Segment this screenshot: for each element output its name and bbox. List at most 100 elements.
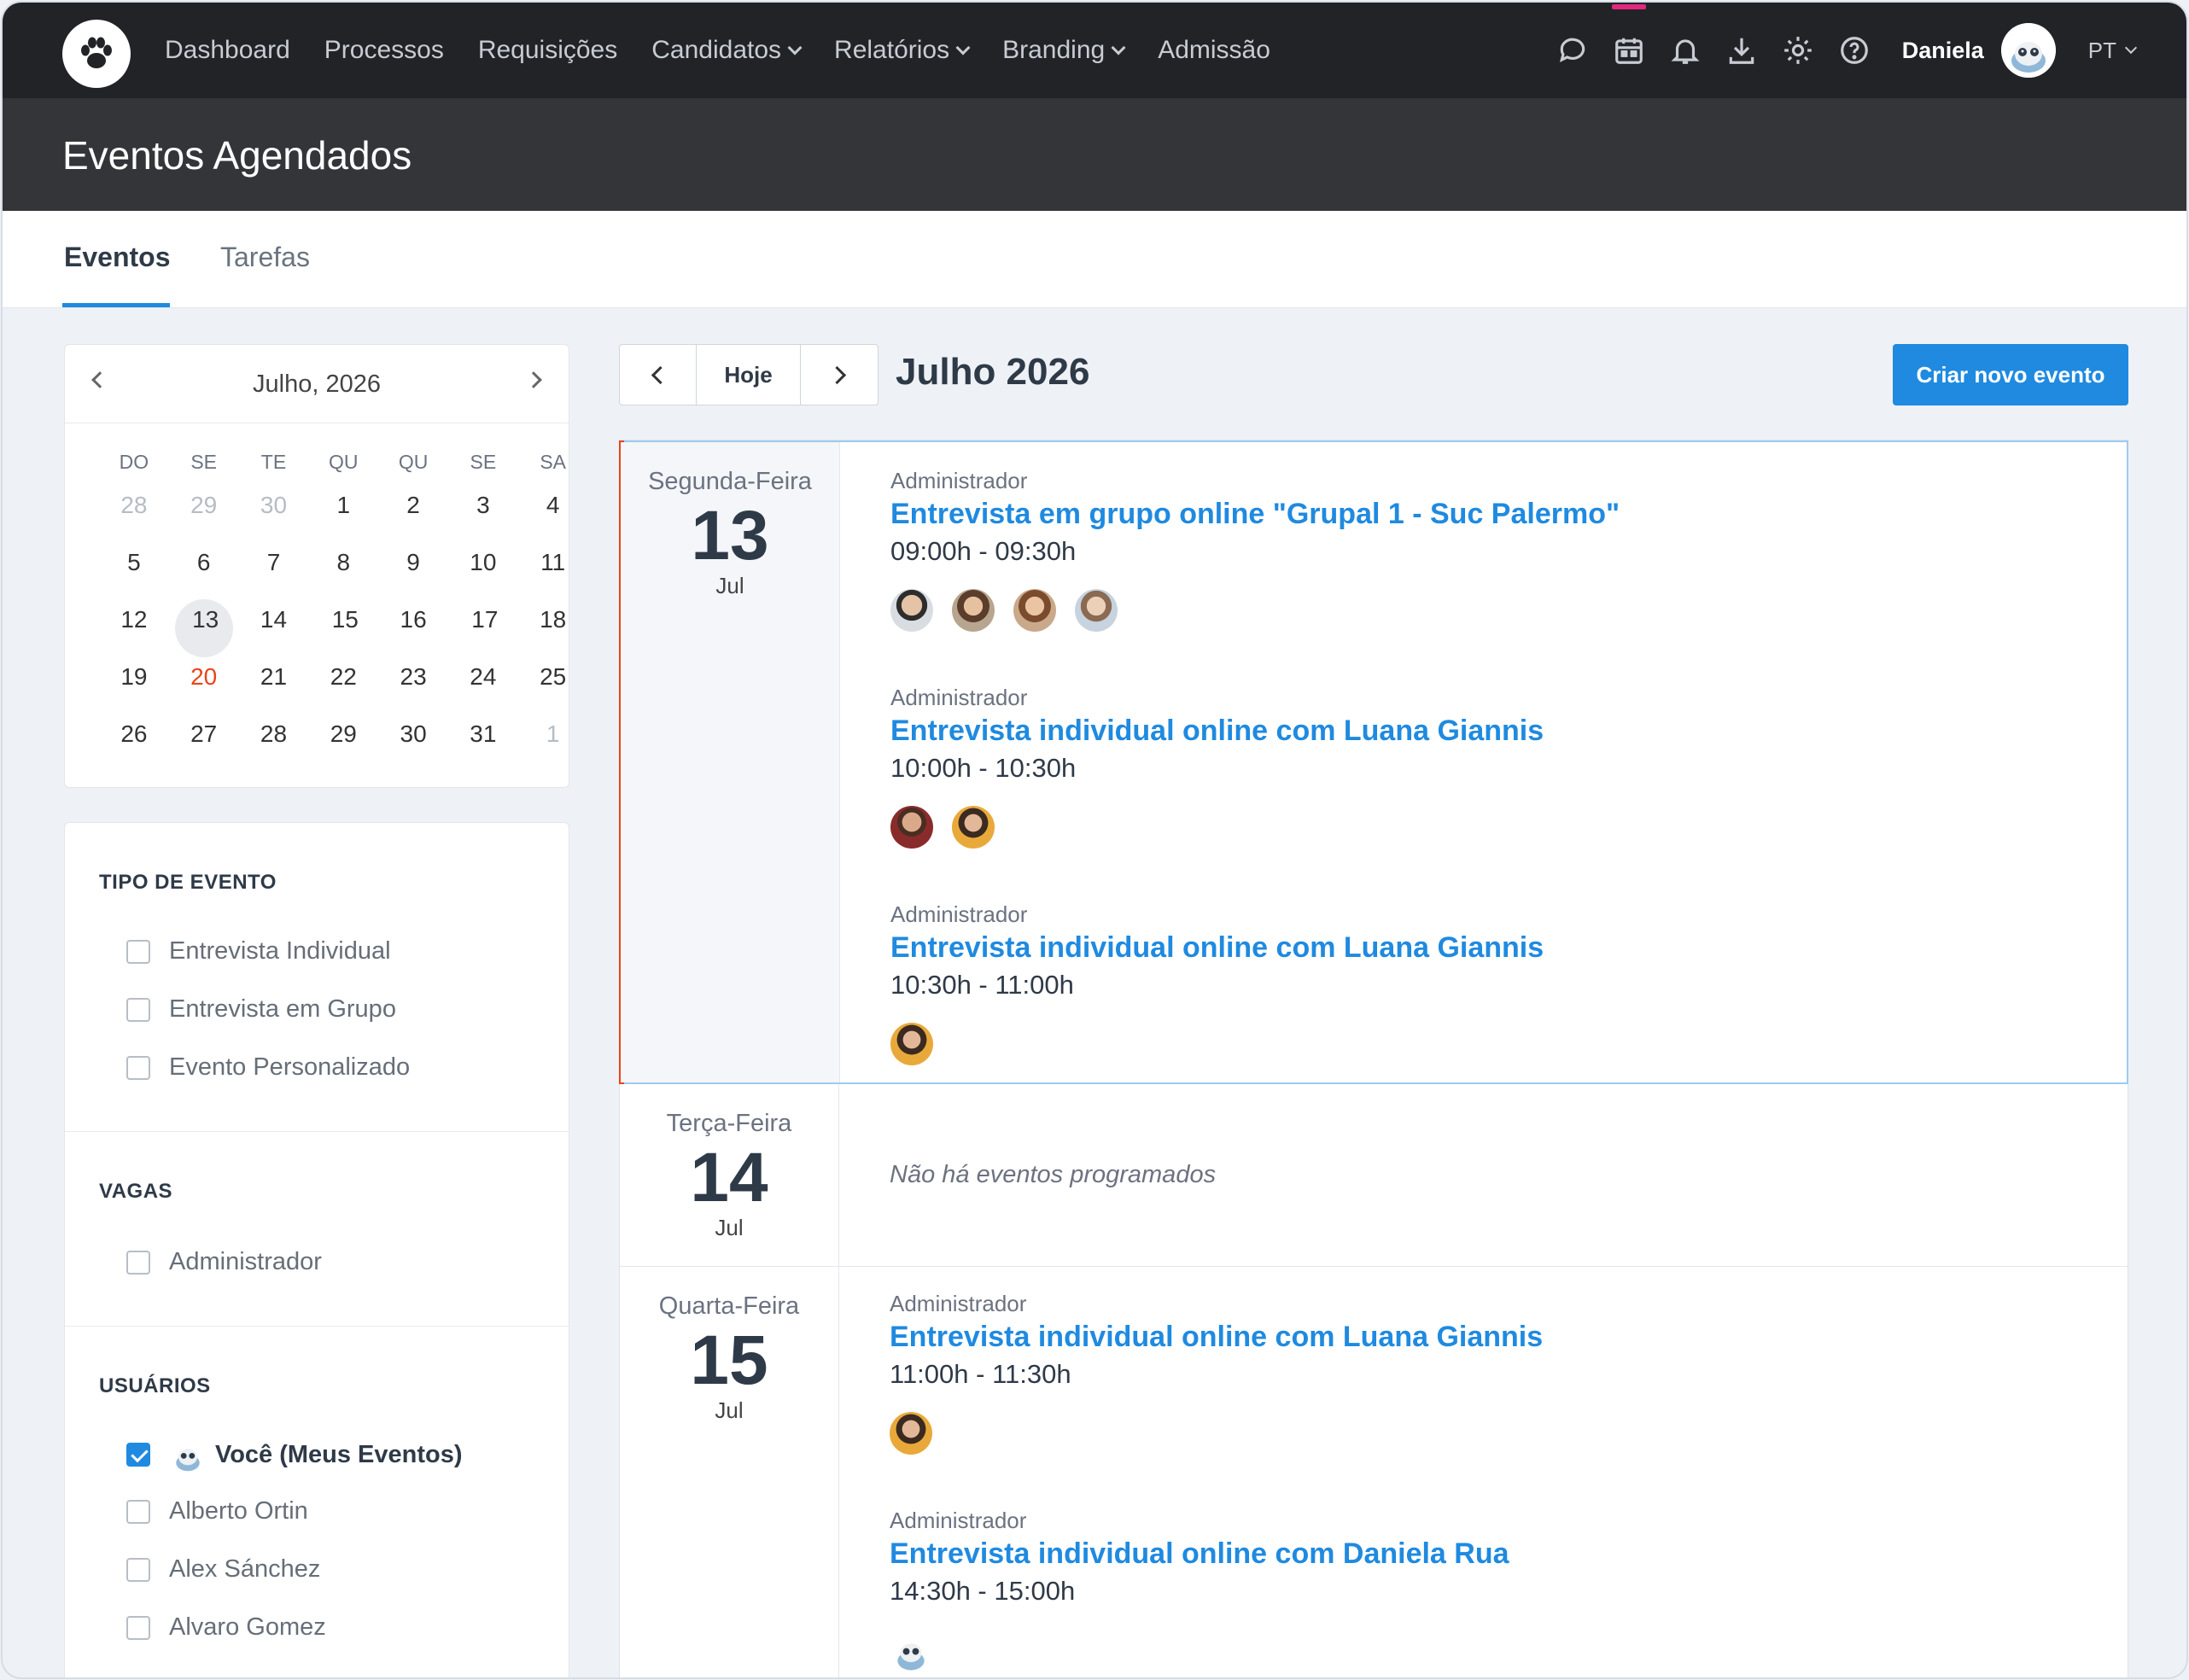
checkbox[interactable] xyxy=(126,1055,150,1080)
calendar-day[interactable]: 28 xyxy=(99,488,169,545)
chat-icon[interactable] xyxy=(1554,32,1591,69)
attendee-avatars xyxy=(890,1412,1543,1455)
calendar-day[interactable]: 10 xyxy=(448,545,518,603)
nav-link-relatorios[interactable]: Relatórios xyxy=(834,36,971,65)
calendar-day[interactable]: 9 xyxy=(378,545,448,603)
user-avatar[interactable] xyxy=(2000,23,2056,78)
attendee-avatar[interactable] xyxy=(890,589,933,632)
calendar-day[interactable]: 19 xyxy=(99,660,169,717)
filter-option[interactable]: Alvaro Gomez xyxy=(126,1613,326,1642)
tab-tarefas[interactable]: Tarefas xyxy=(220,242,310,273)
filter-option[interactable]: Evento Personalizado xyxy=(126,1053,410,1082)
calendar-day[interactable]: 21 xyxy=(239,660,309,717)
attendee-avatar[interactable] xyxy=(890,806,933,849)
filter-option-label: Administrador xyxy=(169,1248,322,1275)
calendar-day-number: 15 xyxy=(331,606,359,633)
calendar-day[interactable]: 18 xyxy=(518,603,588,660)
calendar-day[interactable]: 23 xyxy=(378,660,448,717)
prev-button[interactable] xyxy=(620,345,697,405)
filter-heading: USUÁRIOS xyxy=(99,1374,211,1397)
calendar-day[interactable]: 30 xyxy=(239,488,309,545)
event-title-link[interactable]: Entrevista individual online com Daniela… xyxy=(890,1537,1509,1571)
calendar-day[interactable]: 24 xyxy=(448,660,518,717)
create-event-button[interactable]: Criar novo evento xyxy=(1893,344,2128,405)
checkbox[interactable] xyxy=(126,939,150,964)
calendar-day[interactable]: 2 xyxy=(378,488,448,545)
user-name[interactable]: Daniela xyxy=(1902,38,1984,64)
attendee-avatar[interactable] xyxy=(952,589,995,632)
filter-option[interactable]: Alberto Ortin xyxy=(126,1497,308,1525)
filter-option-me[interactable]: Você (Meus Eventos) xyxy=(126,1436,463,1473)
chevron-down-icon xyxy=(955,40,971,55)
language-selector[interactable]: PT xyxy=(2088,38,2138,64)
nav-link-admissao[interactable]: Admissão xyxy=(1158,36,1270,65)
calendar-day[interactable]: 11 xyxy=(518,545,588,603)
attendee-avatar[interactable] xyxy=(890,1023,933,1065)
paw-logo-icon[interactable] xyxy=(62,20,131,88)
calendar-day[interactable]: 22 xyxy=(308,660,378,717)
checkbox[interactable] xyxy=(126,997,150,1022)
checkbox[interactable] xyxy=(126,1615,150,1640)
today-button[interactable]: Hoje xyxy=(697,345,801,405)
filter-option-label: Alberto Ortin xyxy=(169,1497,308,1525)
calendar-day[interactable]: 12 xyxy=(99,603,169,660)
calendar-day[interactable]: 30 xyxy=(378,717,448,774)
filter-option[interactable]: Entrevista em Grupo xyxy=(126,995,396,1024)
calendar-day[interactable]: 14 xyxy=(239,603,309,660)
calendar-day[interactable]: 5 xyxy=(99,545,169,603)
download-icon[interactable] xyxy=(1723,32,1760,69)
chevron-down-icon xyxy=(2124,41,2138,55)
calendar-day[interactable]: 27 xyxy=(169,717,239,774)
calendar-day[interactable]: 8 xyxy=(308,545,378,603)
calendar-day[interactable]: 6 xyxy=(169,545,239,603)
nav-link-processos[interactable]: Processos xyxy=(324,36,444,65)
calendar-day[interactable]: 17 xyxy=(448,603,518,660)
attendee-avatar[interactable] xyxy=(890,1629,932,1671)
calendar-day[interactable]: 26 xyxy=(99,717,169,774)
event-title-link[interactable]: Entrevista em grupo online "Grupal 1 - S… xyxy=(890,498,1620,531)
nav-link-dashboard[interactable]: Dashboard xyxy=(165,36,290,65)
calendar-icon[interactable] xyxy=(1610,4,1648,69)
event-owner: Administrador xyxy=(890,685,1028,710)
calendar-day-number: 7 xyxy=(266,549,281,575)
gear-icon[interactable] xyxy=(1779,32,1817,69)
help-icon[interactable] xyxy=(1836,32,1873,69)
calendar-day[interactable]: 29 xyxy=(308,717,378,774)
calendar-day[interactable]: 29 xyxy=(169,488,239,545)
calendar-day[interactable]: 3 xyxy=(448,488,518,545)
attendee-avatar[interactable] xyxy=(952,806,995,849)
filter-option[interactable]: Entrevista Individual xyxy=(126,937,391,965)
calendar-day[interactable]: 1 xyxy=(308,488,378,545)
calendar-day[interactable]: 28 xyxy=(239,717,309,774)
calendar-day[interactable]: 13 xyxy=(169,598,239,660)
checkbox[interactable] xyxy=(126,1499,150,1524)
attendee-avatar[interactable] xyxy=(890,1412,932,1455)
calendar-day-number: 18 xyxy=(540,606,567,633)
filter-option[interactable]: Alex Sánchez xyxy=(126,1555,320,1584)
nav-link-candidatos[interactable]: Candidatos xyxy=(651,36,803,65)
calendar-day-number: 31 xyxy=(470,720,497,747)
attendee-avatar[interactable] xyxy=(1075,589,1118,632)
calendar-day[interactable]: 31 xyxy=(448,717,518,774)
event-title-link[interactable]: Entrevista individual online com Luana G… xyxy=(890,1321,1543,1354)
calendar-day[interactable]: 16 xyxy=(378,603,448,660)
attendee-avatar[interactable] xyxy=(1013,589,1056,632)
calendar-day[interactable]: 15 xyxy=(308,603,378,660)
event-title-link[interactable]: Entrevista individual online com Luana G… xyxy=(890,715,1544,748)
checkbox-checked[interactable] xyxy=(126,1443,150,1467)
calendar-day[interactable]: 25 xyxy=(518,660,588,717)
event-title-link[interactable]: Entrevista individual online com Luana G… xyxy=(890,931,1544,965)
nav-link-branding[interactable]: Branding xyxy=(1002,36,1126,65)
calendar-day[interactable]: 7 xyxy=(239,545,309,603)
calendar-day[interactable]: 20 xyxy=(169,660,239,717)
next-button[interactable] xyxy=(801,345,878,405)
nav-link-requisicoes[interactable]: Requisições xyxy=(478,36,617,65)
calendar-day[interactable]: 1 xyxy=(518,717,588,774)
tab-eventos[interactable]: Eventos xyxy=(64,242,170,273)
event-owner: Administrador xyxy=(890,901,1028,927)
filter-option[interactable]: Administrador xyxy=(126,1248,322,1276)
checkbox[interactable] xyxy=(126,1250,150,1275)
calendar-day[interactable]: 4 xyxy=(518,488,588,545)
bell-icon[interactable] xyxy=(1667,32,1704,69)
checkbox[interactable] xyxy=(126,1557,150,1582)
